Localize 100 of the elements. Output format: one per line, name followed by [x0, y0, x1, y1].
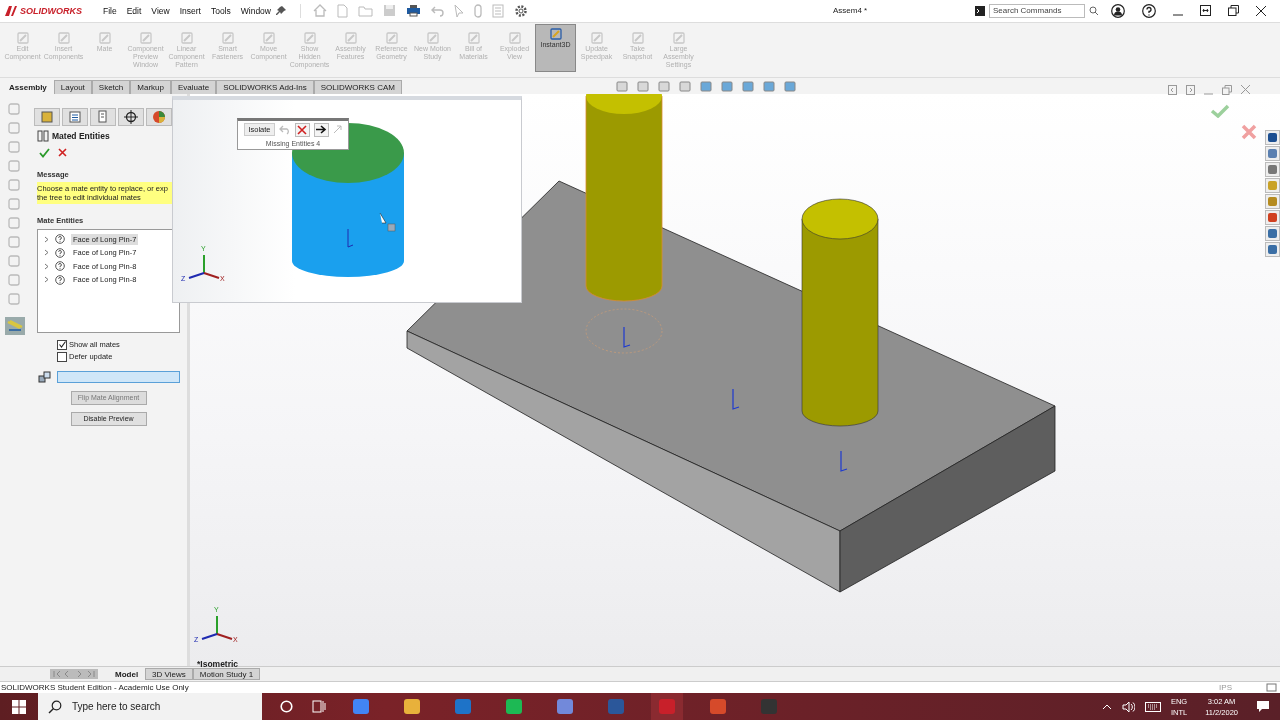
- command-icon: [138, 30, 153, 45]
- selection-field[interactable]: [57, 370, 180, 383]
- tool-icon[interactable]: [7, 158, 23, 173]
- undo-icon[interactable]: [278, 124, 291, 136]
- command-tab[interactable]: SOLIDWORKS CAM: [313, 79, 402, 94]
- menu-item[interactable]: Window: [235, 3, 276, 18]
- task-pane-icon[interactable]: [1265, 209, 1280, 225]
- command-icon: [220, 30, 235, 45]
- view-tool-icon[interactable]: [636, 79, 651, 93]
- cancel-x-icon[interactable]: [1241, 123, 1257, 140]
- question-icon: [55, 274, 65, 285]
- command-icon: [179, 30, 194, 45]
- list-icon[interactable]: [492, 3, 504, 18]
- maximize-icon[interactable]: [1200, 5, 1211, 17]
- appearance-icon[interactable]: [146, 107, 172, 126]
- ok-check-icon[interactable]: [39, 147, 50, 158]
- printer-icon[interactable]: [406, 4, 421, 18]
- view-tool-icon[interactable]: [657, 79, 672, 93]
- save-icon[interactable]: [383, 4, 396, 18]
- diagonal-arrow-icon[interactable]: [332, 125, 342, 135]
- question-icon: [55, 247, 65, 258]
- view-tool-icon[interactable]: [783, 79, 798, 93]
- tool-icon[interactable]: [7, 215, 23, 230]
- tool-icon[interactable]: [7, 253, 23, 268]
- menu-item[interactable]: Edit: [121, 3, 147, 18]
- tool-icon[interactable]: [7, 120, 23, 135]
- restore-icon[interactable]: [1228, 5, 1239, 17]
- pin-icon[interactable]: [276, 5, 286, 16]
- menu-item[interactable]: View: [146, 3, 175, 18]
- chevron-up-icon[interactable]: [1101, 703, 1112, 710]
- command-tab[interactable]: SOLIDWORKS Add-Ins: [216, 79, 314, 94]
- checkmark-icon: [58, 341, 66, 349]
- tool-icon[interactable]: [7, 139, 23, 154]
- task-pane-icon[interactable]: [1265, 145, 1280, 161]
- folder-icon[interactable]: [358, 4, 373, 17]
- command-tab[interactable]: Sketch: [91, 79, 131, 94]
- tool-icon[interactable]: [7, 234, 23, 249]
- help-icon[interactable]: [1142, 3, 1156, 18]
- view-tool-icon[interactable]: [741, 79, 756, 93]
- tool-icon[interactable]: [7, 101, 23, 116]
- home-icon[interactable]: [313, 4, 327, 18]
- confirm-check-icon[interactable]: [1210, 103, 1230, 118]
- previous-panel-icon[interactable]: [1168, 84, 1177, 95]
- command-tab[interactable]: Evaluate: [171, 79, 217, 94]
- task-pane-icon[interactable]: [1265, 225, 1280, 241]
- arrow-icon: [315, 125, 327, 135]
- document-title: Assem4 *: [833, 6, 868, 16]
- tool-icon[interactable]: [7, 291, 23, 306]
- command-icon: [630, 30, 645, 45]
- search-icon: [48, 700, 62, 714]
- paperclip-icon[interactable]: [474, 3, 482, 18]
- task-pane-icon[interactable]: [1265, 129, 1280, 145]
- bottom-tab[interactable]: Motion Study 1: [192, 668, 261, 681]
- speaker-icon[interactable]: [1121, 700, 1135, 713]
- new-document-icon[interactable]: [337, 3, 348, 18]
- view-tool-icon[interactable]: [615, 79, 630, 93]
- search-field[interactable]: Search Commands: [989, 3, 1085, 18]
- undo-icon[interactable]: [431, 4, 444, 17]
- tab-scroll-icon[interactable]: [50, 669, 98, 680]
- command-icon: [302, 30, 317, 45]
- menu-item[interactable]: File: [98, 3, 122, 18]
- feature-tree-icon[interactable]: [34, 107, 60, 126]
- view-tool-icon[interactable]: [720, 79, 735, 93]
- replace-arrow-button[interactable]: [313, 122, 329, 137]
- cortana-circle-icon[interactable]: [280, 700, 293, 713]
- search-icon[interactable]: [1089, 5, 1099, 16]
- command-tab[interactable]: Markup: [130, 79, 171, 94]
- axis-triad-drawing: [187, 252, 221, 279]
- notification-icon[interactable]: [1256, 700, 1270, 713]
- tool-icon[interactable]: [7, 196, 23, 211]
- tool-icon[interactable]: [7, 177, 23, 192]
- x-icon: [297, 124, 308, 135]
- view-tool-icon[interactable]: [762, 79, 777, 93]
- task-pane-icon[interactable]: [1265, 241, 1280, 257]
- property-manager-icon[interactable]: [62, 107, 88, 126]
- view-tool-icon[interactable]: [678, 79, 693, 93]
- crosshair-icon[interactable]: [118, 107, 144, 126]
- cursor-icon[interactable]: [454, 3, 464, 18]
- close-icon[interactable]: [1256, 5, 1266, 16]
- next-panel-icon[interactable]: [1186, 84, 1195, 95]
- panel-title: Mated Entities: [52, 130, 110, 141]
- menu-item[interactable]: Insert: [174, 3, 206, 18]
- keyboard-icon[interactable]: [1144, 701, 1161, 712]
- view-tool-icon[interactable]: [699, 79, 714, 93]
- checkbox[interactable]: [57, 339, 67, 350]
- task-view-icon[interactable]: [312, 700, 326, 713]
- windows-start-icon[interactable]: [12, 699, 26, 714]
- components-icon: [38, 370, 51, 383]
- command-tab[interactable]: Layout: [53, 79, 92, 94]
- checkbox[interactable]: [57, 351, 67, 362]
- task-pane-icon[interactable]: [1265, 161, 1280, 177]
- tool-icon[interactable]: [7, 272, 23, 287]
- delete-button[interactable]: [294, 122, 310, 137]
- settings-icon[interactable]: [514, 3, 528, 18]
- user-icon[interactable]: [1111, 3, 1125, 18]
- taskbar-search-field[interactable]: Type here to search: [38, 693, 262, 720]
- cancel-x-icon[interactable]: [58, 148, 67, 158]
- menu-item[interactable]: Tools: [205, 3, 236, 18]
- bottom-tab[interactable]: 3D Views: [145, 668, 193, 681]
- question-icon: [55, 261, 65, 272]
